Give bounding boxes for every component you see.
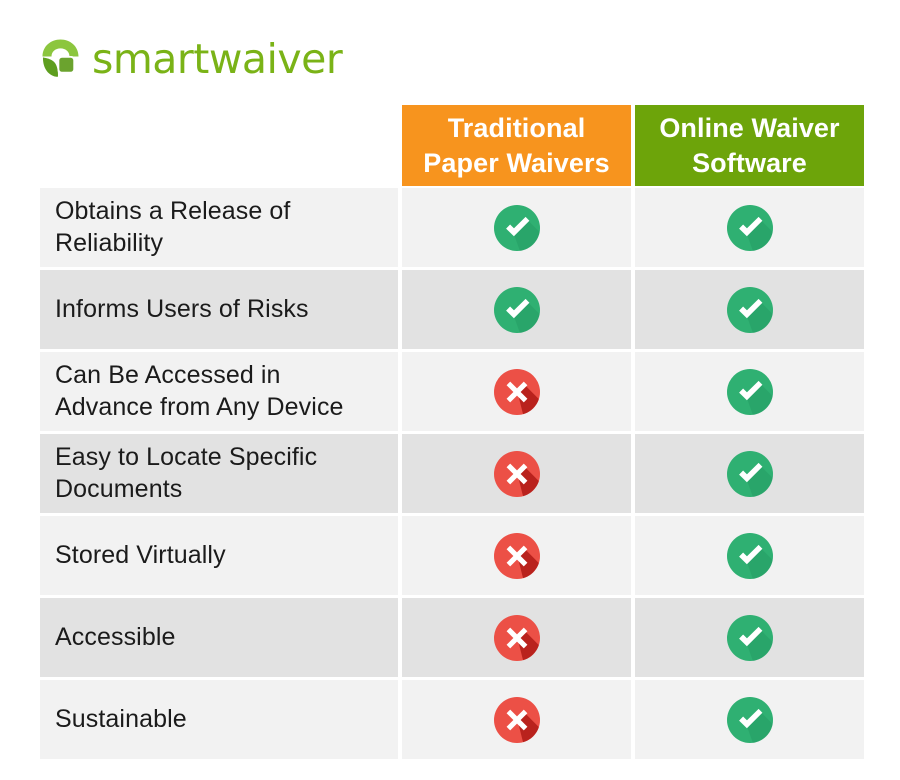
cell-traditional-paper-waivers [402, 598, 631, 677]
cell-traditional-paper-waivers [402, 352, 631, 431]
smartwaiver-leaf-logo-icon [42, 39, 79, 77]
cell-traditional-paper-waivers [402, 434, 631, 513]
row-feature-label: Obtains a Release of Reliability [55, 197, 291, 257]
table-row: Obtains a Release of Reliability [40, 188, 864, 267]
check-circle-icon [726, 286, 773, 333]
header-line-1: Traditional [447, 113, 586, 144]
header-traditional-paper-waivers: Traditional Paper Waivers [402, 105, 631, 186]
cell-traditional-paper-waivers [402, 270, 631, 349]
cell-traditional-paper-waivers [402, 188, 631, 267]
row-feature-label-cell: Stored Virtually [40, 516, 398, 595]
table-row: Can Be Accessed in Advance from Any Devi… [40, 352, 864, 431]
comparison-table: Traditional Paper Waivers Online Waiver … [40, 105, 864, 762]
brand-wordmark: smartwaiver [92, 34, 343, 83]
row-feature-label: Sustainable [55, 704, 187, 733]
table-row: Informs Users of Risks [40, 270, 864, 349]
table-header-row: Traditional Paper Waivers Online Waiver … [40, 105, 864, 186]
x-circle-icon [493, 368, 540, 415]
header-line-2: Software [692, 147, 807, 178]
row-feature-label: Stored Virtually [55, 540, 226, 569]
check-circle-icon [726, 450, 773, 497]
check-circle-icon [726, 368, 773, 415]
brand-logo: smartwaiver [38, 32, 343, 84]
check-circle-icon [726, 204, 773, 251]
row-feature-label-cell: Sustainable [40, 680, 398, 759]
check-circle-icon [726, 614, 773, 661]
check-circle-icon [493, 204, 540, 251]
x-circle-icon [493, 614, 540, 661]
cell-online-waiver-software [635, 598, 864, 677]
check-circle-icon [493, 286, 540, 333]
cell-online-waiver-software [635, 188, 864, 267]
row-feature-label-cell: Obtains a Release of Reliability [40, 188, 398, 267]
table-row: Accessible [40, 598, 864, 677]
header-line-2: Paper Waivers [423, 147, 610, 178]
header-online-waiver-software: Online Waiver Software [635, 105, 864, 186]
x-circle-icon [493, 532, 540, 579]
table-body: Obtains a Release of Reliability Informs … [40, 188, 864, 759]
x-circle-icon [493, 696, 540, 743]
cell-traditional-paper-waivers [402, 680, 631, 759]
check-circle-icon [726, 696, 773, 743]
table-row: Easy to Locate Specific Documents [40, 434, 864, 513]
row-feature-label-cell: Can Be Accessed in Advance from Any Devi… [40, 352, 398, 431]
cell-traditional-paper-waivers [402, 516, 631, 595]
cell-online-waiver-software [635, 434, 864, 513]
header-feature-cell [40, 105, 398, 186]
check-circle-icon [726, 532, 773, 579]
row-feature-label: Can Be Accessed in Advance from Any Devi… [55, 361, 344, 421]
cell-online-waiver-software [635, 680, 864, 759]
row-feature-label-cell: Easy to Locate Specific Documents [40, 434, 398, 513]
row-feature-label-cell: Accessible [40, 598, 398, 677]
table-row: Sustainable [40, 680, 864, 759]
row-feature-label: Easy to Locate Specific Documents [55, 443, 318, 503]
row-feature-label: Informs Users of Risks [55, 294, 309, 323]
cell-online-waiver-software [635, 270, 864, 349]
table-row: Stored Virtually [40, 516, 864, 595]
x-circle-icon [493, 450, 540, 497]
row-feature-label: Accessible [55, 622, 176, 651]
header-line-1: Online Waiver [659, 113, 840, 144]
row-feature-label-cell: Informs Users of Risks [40, 270, 398, 349]
cell-online-waiver-software [635, 516, 864, 595]
cell-online-waiver-software [635, 352, 864, 431]
comparison-infographic: smartwaiver Traditional Paper Waivers On… [0, 0, 900, 780]
